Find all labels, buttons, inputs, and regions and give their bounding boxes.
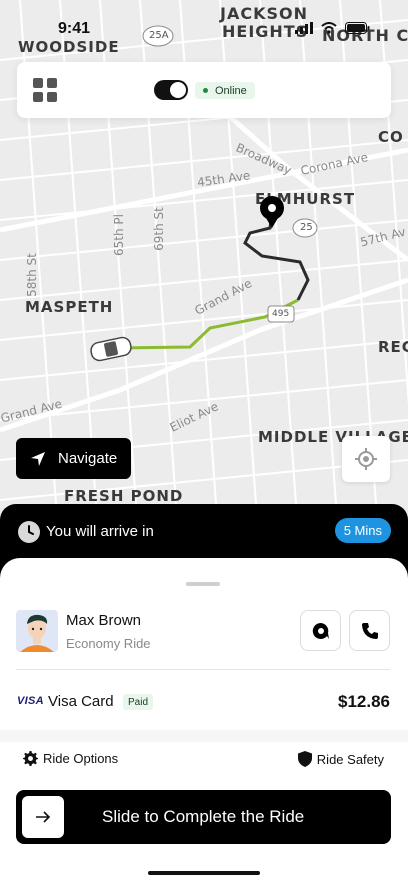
ride-options-button[interactable]: Ride Options xyxy=(23,751,118,766)
sheet-grabber[interactable] xyxy=(186,582,220,586)
area-label: FRESH POND xyxy=(64,487,184,505)
recenter-button[interactable] xyxy=(342,436,390,482)
fare-amount: $12.86 xyxy=(338,692,390,711)
status-icons xyxy=(295,22,370,34)
navigate-button[interactable]: Navigate xyxy=(16,438,131,479)
status-dot-icon xyxy=(203,88,208,93)
driver-name: Max Brown xyxy=(66,612,142,629)
ride-safety-label: Ride Safety xyxy=(316,751,384,767)
area-label: REG xyxy=(378,338,408,356)
ride-bottom-sheet: Max Brown Economy Ride VISA Visa Card Pa… xyxy=(0,558,408,886)
wifi-icon xyxy=(321,22,337,34)
call-button[interactable] xyxy=(349,610,390,651)
arrow-right-icon xyxy=(36,811,51,823)
slide-label: Slide to Complete the Ride xyxy=(102,807,305,826)
chat-icon xyxy=(312,622,329,639)
clock-icon xyxy=(18,521,40,543)
shield-icon xyxy=(297,751,312,767)
slide-to-complete[interactable]: Slide to Complete the Ride xyxy=(16,790,391,844)
road-label: 58th St xyxy=(24,253,39,297)
signal-icon xyxy=(295,22,313,34)
area-label: CO xyxy=(378,128,404,146)
home-indicator xyxy=(148,871,260,875)
ride-safety-button[interactable]: Ride Safety xyxy=(297,751,384,767)
crosshair-icon xyxy=(355,448,377,470)
section-separator xyxy=(0,730,408,742)
status-time: 9:41 xyxy=(58,20,91,37)
area-label: MASPETH xyxy=(25,298,114,316)
driver-status-card: Online xyxy=(17,62,391,118)
ride-options-label: Ride Options xyxy=(43,751,119,766)
battery-icon xyxy=(345,22,370,34)
avatar xyxy=(16,610,58,652)
navigation-arrow-icon xyxy=(31,451,45,466)
visa-logo: VISA xyxy=(17,695,44,707)
menu-grid-icon[interactable] xyxy=(33,78,57,102)
gear-icon xyxy=(23,751,38,766)
slide-handle[interactable] xyxy=(22,796,64,838)
message-button[interactable] xyxy=(300,610,341,651)
payment-status-badge: Paid xyxy=(123,694,154,710)
online-toggle[interactable] xyxy=(154,80,188,100)
eta-badge: 5 Mins xyxy=(334,518,391,543)
arrival-text: You will arrive in xyxy=(46,523,154,540)
driver-avatar-icon xyxy=(20,614,54,652)
divider xyxy=(16,669,390,670)
phone-icon xyxy=(361,622,378,639)
route-shield: 25 xyxy=(300,222,313,233)
road-label: 69th St xyxy=(151,207,166,251)
status-bar: 9:41 xyxy=(0,0,408,44)
area-label: ELMHURST xyxy=(255,190,356,208)
status-badge: Online xyxy=(195,82,255,99)
payment-method: Visa Card xyxy=(48,693,114,710)
ride-type: Economy Ride xyxy=(66,636,151,651)
navigate-label: Navigate xyxy=(58,450,118,467)
road-label: 65th Pl xyxy=(111,214,126,256)
status-label: Online xyxy=(215,84,247,97)
route-shield: 495 xyxy=(272,309,290,319)
